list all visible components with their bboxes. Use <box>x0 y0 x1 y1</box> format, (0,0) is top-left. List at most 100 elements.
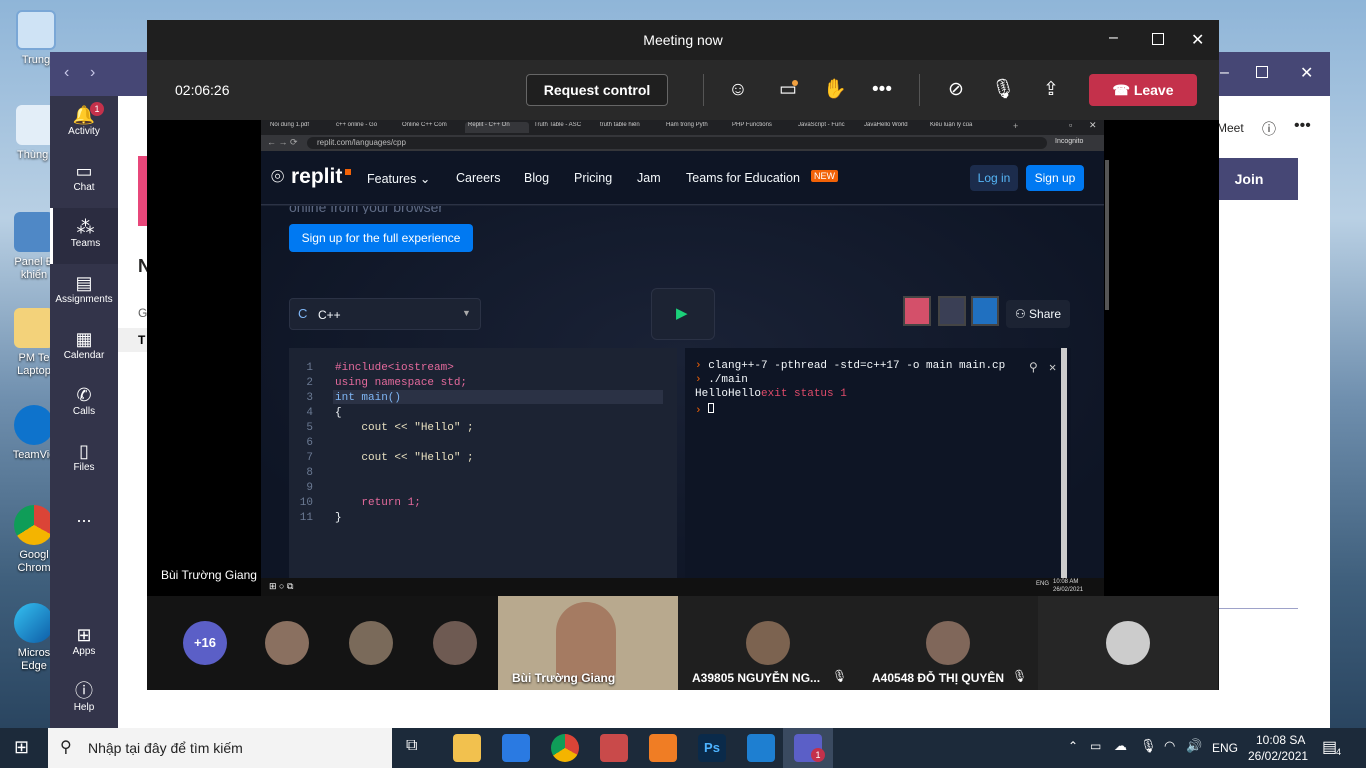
mail-icon[interactable] <box>502 734 530 762</box>
nav-features[interactable]: Features ⌄ <box>367 171 430 186</box>
nav-blog[interactable]: Blog <box>524 171 549 185</box>
browser-tab[interactable]: JavaHello World <box>861 122 925 133</box>
search-box[interactable]: ⚲ Nhập tại đây để tìm kiếm <box>48 728 392 768</box>
wifi-icon[interactable]: ◠ <box>1164 738 1175 754</box>
participant-tile[interactable]: A39805 NGUYỄN NG... 🎙 <box>678 596 858 690</box>
console[interactable]: › clang++-7 -pthread -std=c++17 -o main … <box>685 348 1071 580</box>
rail-activity[interactable]: 🔔 Activity 1 <box>50 96 118 152</box>
raise-hand-icon[interactable]: ✋ <box>815 60 855 120</box>
browser-tab[interactable]: Truth Table - ASC <box>531 122 595 133</box>
run-button[interactable]: ▶ <box>651 288 715 340</box>
microphone-icon[interactable]: 🎙 <box>1140 738 1157 754</box>
browser-tab[interactable]: JavaScript - Func <box>795 122 859 133</box>
minimize-icon[interactable]: – <box>1220 64 1229 82</box>
forward-arrow-icon[interactable]: › <box>90 64 95 82</box>
more-actions-icon[interactable]: ••• <box>862 60 902 120</box>
code-editor[interactable]: 1 #include<iostream> 2 using namespace std;… <box>289 348 677 580</box>
scrollbar[interactable] <box>1061 348 1067 580</box>
rail-assignments[interactable]: ▤ Assignments <box>50 264 118 320</box>
chrome-icon[interactable] <box>551 734 579 762</box>
chevron-up-icon[interactable]: ⌃ <box>1068 739 1078 753</box>
avatar[interactable] <box>349 621 393 665</box>
avatar[interactable] <box>265 621 309 665</box>
signup-full-button[interactable]: Sign up for the full experience <box>289 224 473 252</box>
browser-tab[interactable]: Nối dung 1.pdf <box>267 122 331 133</box>
app-icon[interactable] <box>600 734 628 762</box>
signup-button[interactable]: Sign up <box>1026 165 1084 191</box>
browser-tab[interactable]: Kiểu luận lý của <box>927 122 991 133</box>
battery-icon[interactable]: ▭ <box>1090 739 1101 753</box>
rail-files[interactable]: ▯ Files <box>50 432 118 488</box>
line-number: 9 <box>306 482 313 494</box>
nav-pricing[interactable]: Pricing <box>574 171 612 185</box>
rail-calendar[interactable]: ▦ Calendar <box>50 320 118 376</box>
new-tab-icon[interactable]: + <box>1013 121 1018 131</box>
request-control-button[interactable]: Request control <box>526 74 668 106</box>
rail-chat[interactable]: ▭ Chat <box>50 152 118 208</box>
maximize-icon[interactable] <box>1152 33 1164 45</box>
rail-more[interactable]: ... <box>50 488 118 544</box>
clock-time[interactable]: 10:08 SA <box>1256 733 1305 747</box>
input-language[interactable]: ENG <box>1212 741 1238 755</box>
close-icon[interactable]: ✕ <box>1089 120 1097 131</box>
back-arrow-icon[interactable]: ‹ <box>64 64 69 82</box>
participants-icon[interactable]: ☺ <box>718 60 758 120</box>
meet-button[interactable]: Meet <box>1217 121 1244 135</box>
xampp-icon[interactable] <box>649 734 677 762</box>
minimize-icon[interactable]: – <box>1109 29 1118 47</box>
rail-calls[interactable]: ✆ Calls <box>50 376 118 432</box>
leave-button[interactable]: ☎ Leave <box>1089 74 1197 106</box>
more-options-icon[interactable]: ••• <box>1294 117 1311 135</box>
clock-date[interactable]: 26/02/2021 <box>1248 749 1308 763</box>
participant-video-presenter[interactable]: Bùi Trường Giang <box>498 596 678 690</box>
back-arrow-icon[interactable]: ← → ⟳ <box>267 137 298 148</box>
replit-logo[interactable]: replit <box>291 165 342 189</box>
info-icon[interactable]: ⓘ <box>1262 119 1276 139</box>
restore-icon[interactable]: ▫ <box>1069 120 1072 130</box>
toolbar-divider <box>703 74 704 106</box>
search-icon[interactable]: ⚲ <box>1029 360 1038 375</box>
windows-start-icon[interactable]: ⊞ <box>14 737 29 758</box>
avatar[interactable] <box>433 621 477 665</box>
close-icon[interactable]: ✕ <box>1300 63 1313 83</box>
more-participants-button[interactable]: +16 <box>183 621 227 665</box>
url-field[interactable]: replit.com/languages/cpp <box>307 137 1047 149</box>
notification-icon[interactable]: ▤ <box>1322 737 1337 757</box>
task-view-icon[interactable]: ⧉ <box>406 737 417 755</box>
chat-icon[interactable]: ▭ <box>768 60 808 120</box>
code-line: 8 <box>289 466 677 481</box>
teams-taskbar-button[interactable]: 1 <box>783 728 833 768</box>
nav-careers[interactable]: Careers <box>456 171 500 185</box>
file-explorer-icon[interactable] <box>453 734 481 762</box>
desktop-icon-label: Trung <box>21 54 51 66</box>
close-icon[interactable]: ✕ <box>1191 30 1204 50</box>
rail-apps[interactable]: ⊞ Apps <box>50 616 118 672</box>
cloud-icon[interactable]: ☁ <box>1114 738 1127 754</box>
mic-off-icon[interactable]: 🎙 <box>983 60 1023 120</box>
share-screen-icon[interactable]: ⇪ <box>1031 60 1071 120</box>
login-button[interactable]: Log in <box>970 165 1018 191</box>
browser-tab[interactable]: c++ online - Go <box>333 122 397 133</box>
participant-tile[interactable] <box>1038 596 1218 690</box>
maximize-icon[interactable] <box>1256 66 1268 78</box>
camera-off-icon[interactable]: ⊘ <box>936 60 976 120</box>
share-button[interactable]: ⚇ Share <box>1006 300 1070 328</box>
browser-tab[interactable]: Online C++ Com <box>399 122 463 133</box>
hero-text-partial: online from your browser <box>289 206 444 214</box>
browser-tab[interactable]: truth table hiển <box>597 122 661 133</box>
browser-tab[interactable]: PHP Functions <box>729 122 793 133</box>
nav-jam[interactable]: Jam <box>637 171 661 185</box>
participant-tile[interactable]: A40548 ĐỖ THỊ QUYÊN 🎙 <box>858 596 1038 690</box>
browser-tab[interactable]: Hàm trong Pyth <box>663 122 727 133</box>
photoshop-icon[interactable]: Ps <box>698 734 726 762</box>
shared-scrollbar <box>1105 160 1109 310</box>
bell-icon: 🔔 <box>72 105 96 125</box>
language-select[interactable]: C C++ ▼ <box>289 298 481 330</box>
rail-help[interactable]: ⓘ Help <box>50 672 118 728</box>
vscode-icon[interactable] <box>747 734 775 762</box>
browser-tab[interactable]: Replit - C++ On <box>465 122 529 133</box>
volume-icon[interactable]: 🔊 <box>1186 738 1202 754</box>
close-icon[interactable]: ✕ <box>1049 360 1056 375</box>
rail-teams[interactable]: ⁂ Teams <box>50 208 118 264</box>
nav-teams-for-education[interactable]: Teams for Education <box>686 171 800 185</box>
